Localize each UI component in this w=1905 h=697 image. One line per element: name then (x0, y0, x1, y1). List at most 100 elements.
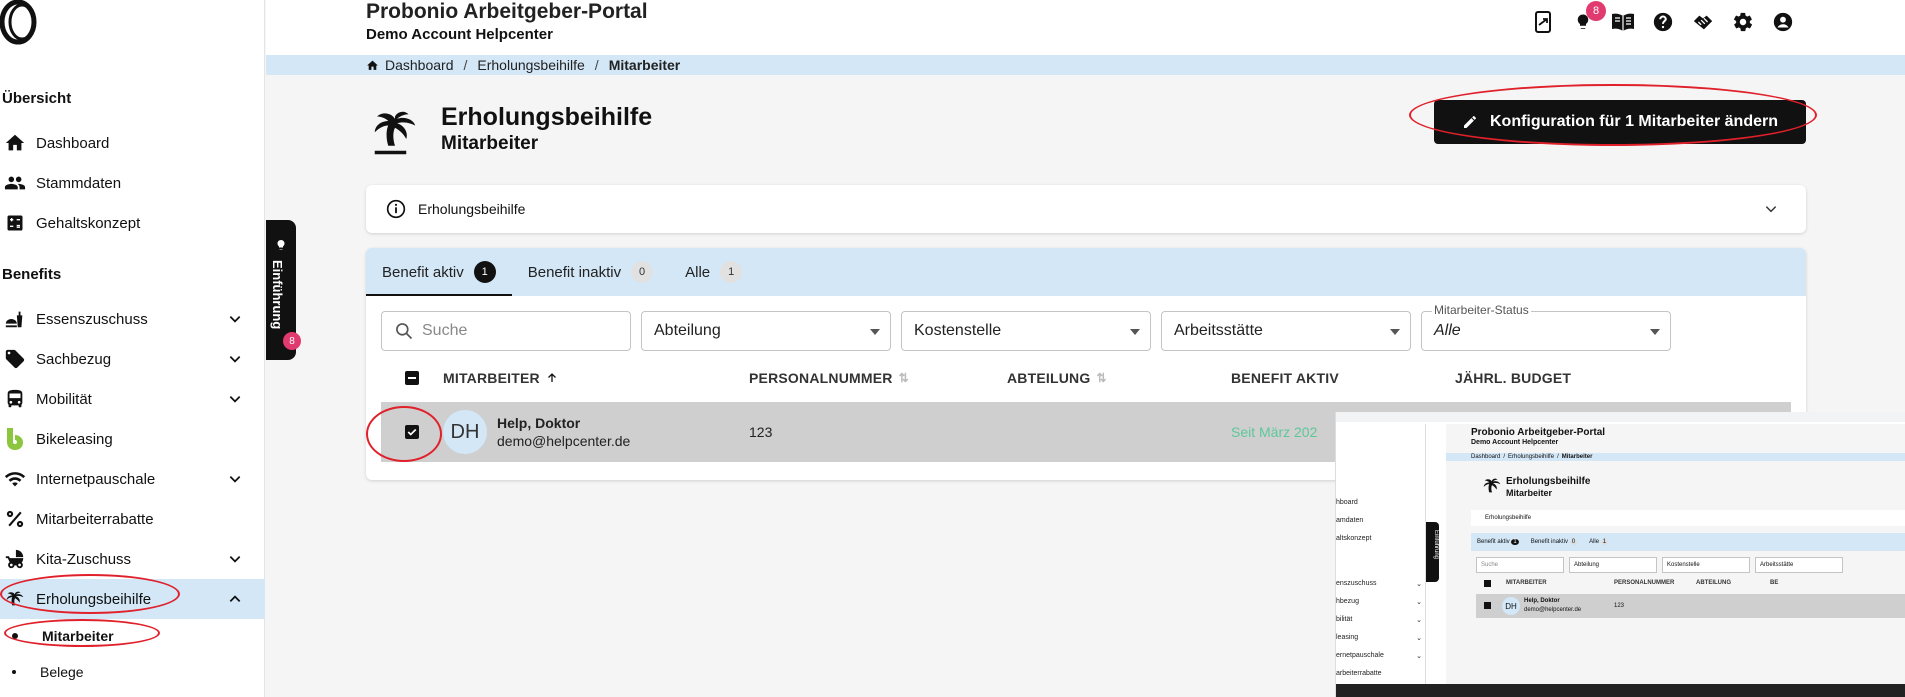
employee-email: demo@helpcenter.de (497, 433, 631, 449)
sidebar-item-label: Sachbezug (36, 350, 112, 368)
page-title: Erholungsbeihilfe (441, 103, 653, 131)
lightbulb-icon[interactable]: 8 (1570, 1, 1606, 35)
inset-einfuehrung-tab: Einführung (1426, 522, 1439, 582)
section-overview: Übersicht (2, 90, 72, 107)
personalnummer-cell: 123 (749, 424, 773, 440)
sidebar-item-mitarbeiterrabatte[interactable]: Mitarbeiterrabatte (0, 499, 265, 539)
lightbulb-icon (277, 240, 285, 250)
breadcrumb-separator: / (594, 57, 599, 73)
search-input[interactable]: Suche (381, 311, 631, 351)
account-icon[interactable] (1770, 9, 1796, 35)
sidebar-item-dashboard[interactable]: Dashboard (0, 123, 265, 163)
probonio-logo[interactable] (0, 0, 46, 46)
sort-icon: ⇅ (898, 371, 909, 385)
einfuehrung-tab[interactable]: Einführung 8 (266, 220, 301, 360)
breadcrumb-dashboard[interactable]: Dashboard (385, 57, 454, 73)
sidebar-item-bikeleasing[interactable]: Bikeleasing (0, 419, 265, 459)
gear-icon[interactable] (1730, 9, 1756, 35)
chevron-down-icon[interactable] (217, 312, 253, 326)
caret-down-icon (1390, 329, 1400, 335)
column-benefit-aktiv[interactable]: BENEFIT AKTIV (1231, 370, 1455, 386)
mitarbeiter-status-select[interactable]: Mitarbeiter-Status Alle (1421, 303, 1671, 351)
inset-filter: Abteilung (1569, 557, 1657, 573)
chevron-down-icon[interactable] (217, 352, 253, 366)
sidebar-item-erholungsbeihilfe[interactable]: Erholungsbeihilfe (0, 579, 265, 619)
caret-down-icon (1130, 329, 1140, 335)
home-icon (0, 132, 36, 154)
table-header: MITARBEITER PERSONALNUMMER ⇅ ABTEILUNG ⇅ B… (381, 360, 1791, 396)
palm-tree-icon (0, 588, 36, 610)
column-label: MITARBEITER (443, 370, 540, 386)
sidebar-item-stammdaten[interactable]: Stammdaten (0, 163, 265, 203)
tab-benefit-inaktiv[interactable]: Benefit inaktiv 0 (512, 248, 669, 296)
breadcrumb-erholungsbeihilfe[interactable]: Erholungsbeihilfe (477, 57, 584, 73)
sidebar-subitem-label: Belege (40, 664, 84, 680)
sidebar-subitem-label: Mitarbeiter (42, 628, 114, 644)
help-icon[interactable] (1650, 9, 1676, 35)
sidebar-item-label: Essenszuschuss (36, 310, 148, 328)
tab-count: 1 (473, 261, 496, 283)
inset-crumb: Dashboard (1471, 454, 1501, 460)
inset-app-subtitle: Demo Account Helpcenter (1471, 439, 1559, 446)
inset-bottom-bar (1336, 684, 1905, 697)
employee-name: Help, Doktor (497, 415, 581, 431)
sidebar-item-label: Mitarbeiterrabatte (36, 510, 154, 528)
tab-label: Benefit aktiv (382, 263, 464, 281)
chevron-down-icon[interactable] (217, 392, 253, 406)
row-checkbox[interactable] (381, 425, 443, 439)
sidebar-item-essenszuschuss[interactable]: Essenszuschuss (0, 299, 265, 339)
sidebar-item-label: Dashboard (36, 134, 110, 152)
column-mitarbeiter[interactable]: MITARBEITER (443, 370, 749, 386)
inset-app-title: Probonio Arbeitgeber-Portal (1471, 427, 1606, 438)
inset-browser-strip (1336, 412, 1905, 422)
arbeitsstaette-select[interactable]: Arbeitsstätte (1161, 311, 1411, 351)
select-value: Arbeitsstätte (1174, 322, 1263, 339)
search-placeholder: Suche (422, 322, 468, 339)
top-header: Probonio Arbeitgeber-Portal Demo Account… (266, 0, 1905, 55)
phone-icon[interactable] (1530, 9, 1556, 35)
inset-page-title: Erholungsbeihilfe (1506, 476, 1591, 487)
chevron-up-icon[interactable] (217, 592, 253, 606)
sidebar-subitem-belege[interactable]: Belege (0, 656, 265, 688)
column-abteilung[interactable]: ABTEILUNG ⇅ (1007, 370, 1231, 386)
sidebar-item-gehaltskonzept[interactable]: Gehaltskonzept (0, 203, 265, 243)
abteilung-select[interactable]: Abteilung (641, 311, 891, 351)
configure-employees-button[interactable]: Konfiguration für 1 Mitarbeiter ändern (1434, 100, 1806, 144)
column-budget[interactable]: JÄHRL. BUDGET (1455, 370, 1655, 386)
tab-bar: Benefit aktiv 1 Benefit inaktiv 0 Alle 1 (366, 248, 1806, 296)
percent-icon (0, 509, 36, 529)
inset-tab: Alle 1 (1589, 539, 1609, 545)
sidebar-item-internetpauschale[interactable]: Internetpauschale (0, 459, 265, 499)
inset-screenshot: hboard amdaten altskonzept enszuschuss ⌄ … (1335, 412, 1905, 697)
info-accordion[interactable]: Erholungsbeihilfe (366, 185, 1806, 233)
inset-palm-tree-icon (1483, 478, 1501, 493)
avatar: DH (443, 410, 487, 454)
tab-benefit-aktiv[interactable]: Benefit aktiv 1 (366, 248, 512, 296)
column-label: ABTEILUNG (1007, 370, 1091, 386)
page-subtitle: Mitarbeiter (441, 133, 539, 154)
inset-sidebar-item: hbezug ⌄ (1336, 598, 1422, 606)
info-icon (386, 199, 406, 219)
tab-count: 1 (720, 261, 743, 283)
sidebar-subitem-mitarbeiter[interactable]: Mitarbeiter (0, 620, 265, 652)
sidebar-item-label: Bikeleasing (36, 430, 113, 448)
kostenstelle-select[interactable]: Kostenstelle (901, 311, 1151, 351)
sidebar-item-kita-zuschuss[interactable]: Kita-Zuschuss (0, 539, 265, 579)
chevron-down-icon[interactable] (217, 552, 253, 566)
column-personalnummer[interactable]: PERSONALNUMMER ⇅ (749, 370, 1007, 386)
handshake-icon[interactable] (1690, 9, 1716, 35)
edit-icon (1463, 116, 1476, 128)
book-icon[interactable] (1610, 9, 1636, 35)
chevron-down-icon[interactable] (217, 472, 253, 486)
sidebar-item-sachbezug[interactable]: Sachbezug (0, 339, 265, 379)
select-all-checkbox[interactable] (381, 371, 443, 385)
sidebar-item-mobilitaet[interactable]: Mobilität (0, 379, 265, 419)
app-title: Probonio Arbeitgeber-Portal (366, 0, 648, 23)
inset-sidebar-item: ernetpauschale ⌄ (1336, 652, 1422, 660)
search-icon (396, 323, 413, 340)
chevron-down-icon[interactable] (1764, 202, 1778, 216)
wifi-icon (0, 468, 36, 490)
sort-icon: ⇅ (1096, 371, 1107, 385)
inset-sidebar-item: arbeiterrabatte (1336, 670, 1382, 677)
tab-alle[interactable]: Alle 1 (669, 248, 758, 296)
